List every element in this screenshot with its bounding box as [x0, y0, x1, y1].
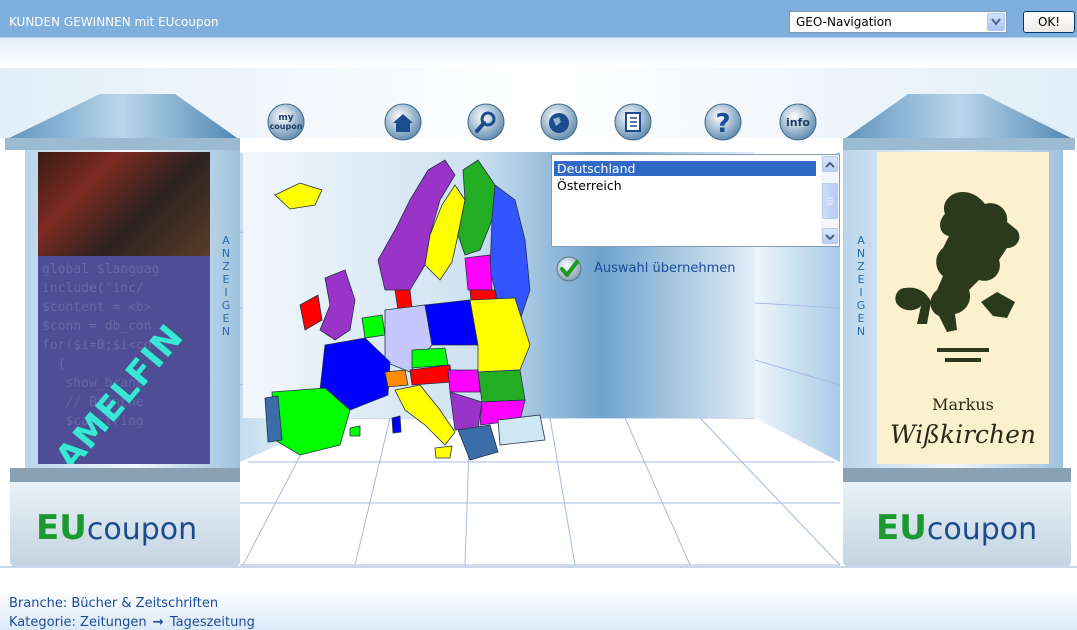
chevron-up-icon	[825, 161, 835, 168]
my-coupon-icon: my coupon	[267, 103, 305, 141]
help-icon: ?	[704, 103, 742, 141]
apply-selection-label[interactable]: Auswahl übernehmen	[594, 261, 735, 276]
search-icon	[467, 103, 505, 141]
info-button[interactable]: info	[778, 102, 818, 142]
globe-icon	[540, 103, 578, 141]
country-listbox[interactable]: Deutschland Österreich	[551, 154, 840, 247]
heraldic-lion-logo	[895, 192, 1020, 362]
globe-button[interactable]	[539, 102, 579, 142]
search-button[interactable]	[466, 102, 506, 142]
kategorie-link[interactable]: Zeitungen	[80, 615, 147, 630]
ad-name-last: Wißkirchen	[889, 420, 1037, 449]
chevron-down-icon[interactable]	[987, 13, 1005, 31]
country-option-oesterreich[interactable]: Österreich	[554, 178, 816, 193]
help-button[interactable]: ?	[703, 102, 743, 142]
site-title: KUNDEN GEWINNEN mit EUcoupon	[9, 15, 219, 29]
home-icon	[384, 103, 422, 141]
left-eucoupon-logo: EUcoupon	[36, 508, 197, 548]
listbox-scrollbar[interactable]	[821, 155, 839, 246]
right-vertical-label: A N Z E I G E N	[856, 234, 866, 338]
help-glyph: ?	[715, 109, 730, 139]
right-advertisement[interactable]: Markus Wißkirchen	[877, 152, 1049, 464]
chevron-down-icon	[825, 234, 835, 241]
info-glyph: info	[786, 116, 810, 129]
shop-photo	[38, 152, 210, 256]
ad-name-first: Markus	[932, 395, 994, 414]
list-icon	[614, 103, 652, 141]
logo-eu: EU	[876, 508, 927, 548]
branche-label: Branche:	[9, 596, 68, 611]
svg-text:coupon: coupon	[270, 122, 303, 131]
home-button[interactable]	[383, 102, 423, 142]
logo-coupon: coupon	[86, 512, 198, 547]
scroll-up-button[interactable]	[822, 156, 838, 172]
arrow-right-icon: →	[152, 615, 164, 630]
ok-button[interactable]: OK!	[1023, 11, 1075, 33]
checkmark-icon	[556, 256, 582, 282]
branche-link[interactable]: Bücher & Zeitschriften	[71, 596, 218, 611]
kategorie-sub-link[interactable]: Tageszeitung	[170, 615, 255, 630]
right-eucoupon-logo: EUcoupon	[876, 508, 1037, 548]
branche-line: Branche: Bücher & Zeitschriften	[9, 596, 218, 611]
kategorie-line: Kategorie: Zeitungen → Tageszeitung	[9, 615, 255, 630]
geo-navigation-value: GEO-Navigation	[796, 15, 892, 29]
my-coupon-button[interactable]: my coupon	[266, 102, 306, 142]
info-icon: info	[779, 103, 817, 141]
kategorie-label: Kategorie:	[9, 615, 76, 630]
geo-navigation-select[interactable]: GEO-Navigation	[789, 11, 1007, 33]
top-bar: KUNDEN GEWINNEN mit EUcoupon GEO-Navigat…	[0, 0, 1077, 68]
left-vertical-label: A N Z E I G E N	[221, 234, 231, 338]
scroll-down-button[interactable]	[822, 228, 838, 244]
logo-coupon: coupon	[926, 512, 1038, 547]
list-button[interactable]	[613, 102, 653, 142]
scroll-thumb[interactable]	[822, 183, 838, 219]
country-option-deutschland[interactable]: Deutschland	[554, 161, 816, 176]
left-advertisement[interactable]: global $languag include("inc/ $content =…	[38, 152, 210, 464]
logo-eu: EU	[36, 508, 87, 548]
